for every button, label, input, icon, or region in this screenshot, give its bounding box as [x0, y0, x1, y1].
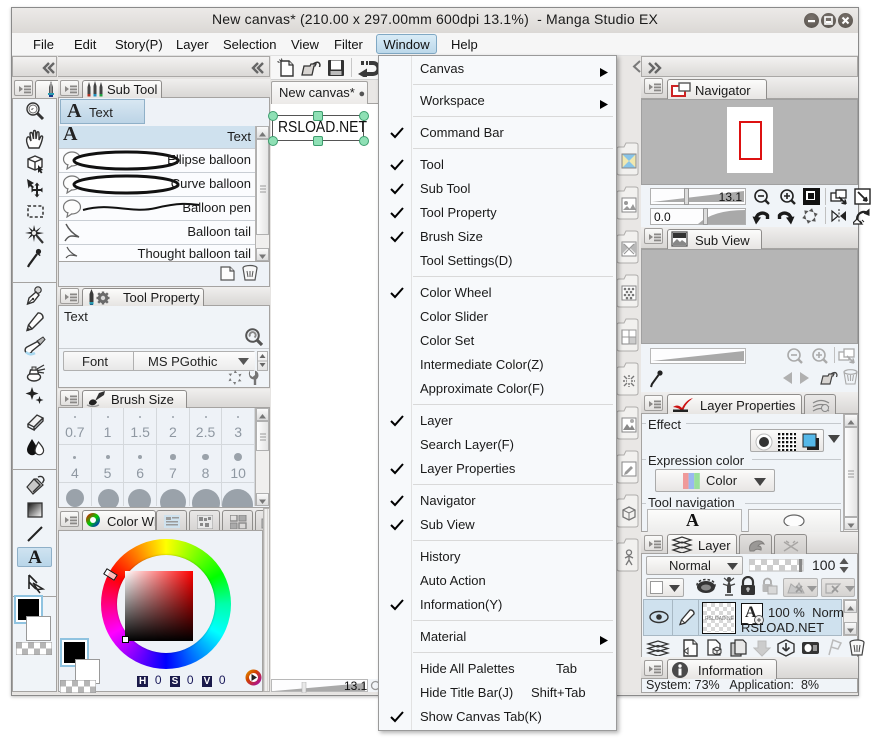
svg-text:RSLOAD.NET: RSLOAD.NET [705, 616, 734, 622]
svg-text:A: A [28, 547, 42, 568]
